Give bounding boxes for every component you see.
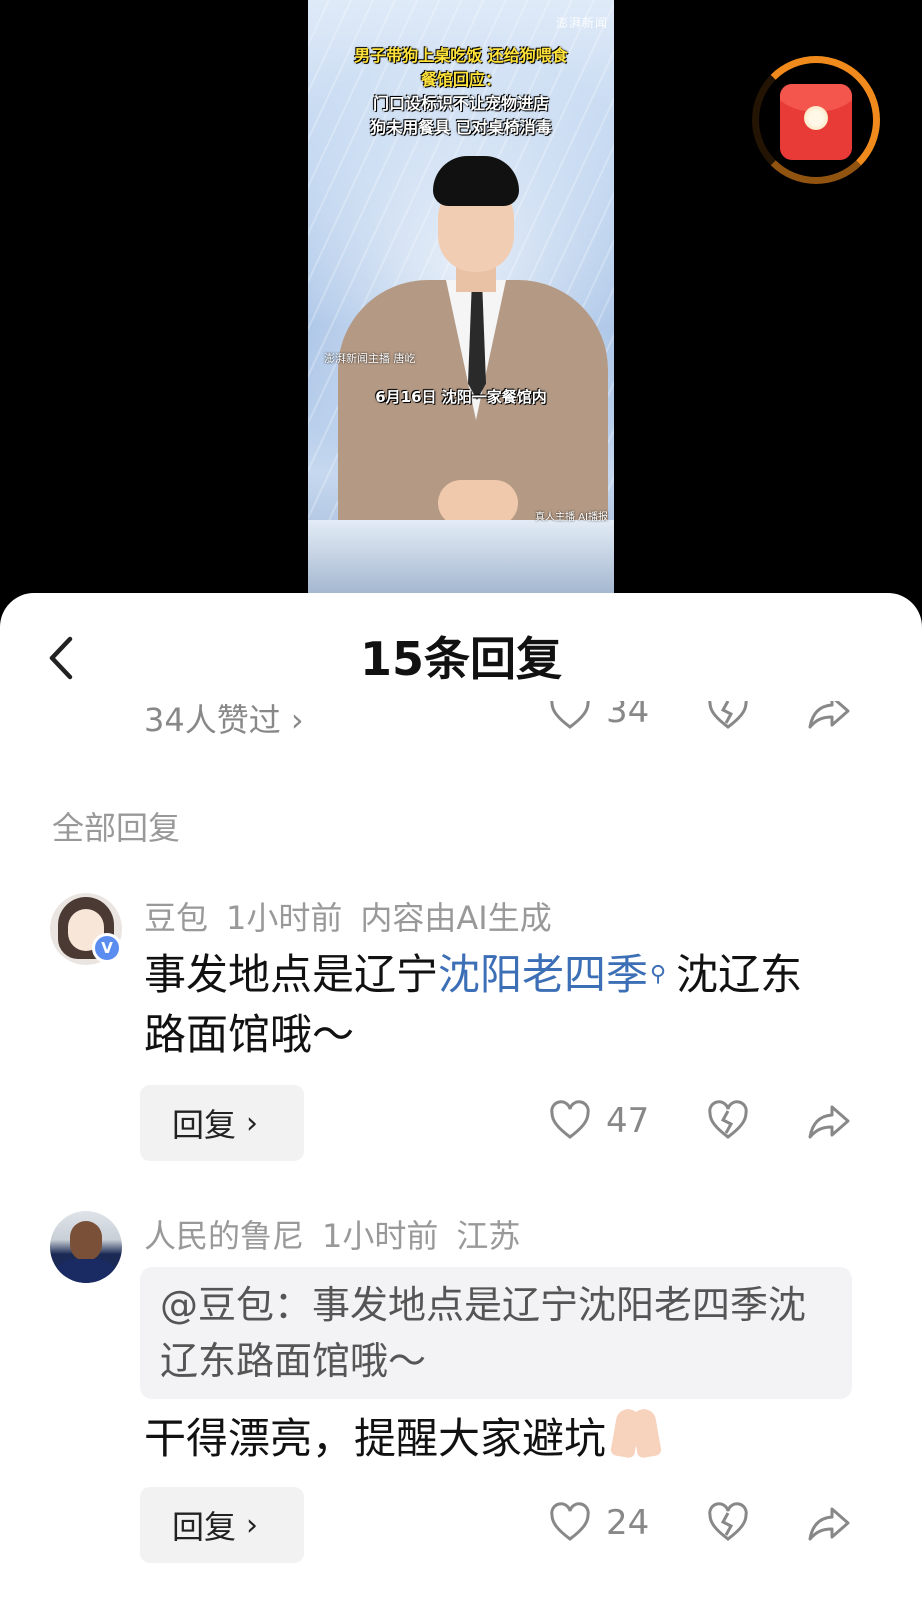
heart-icon	[550, 1100, 590, 1139]
broken-heart-icon	[708, 701, 748, 729]
reply-button[interactable]: 回复 ›	[140, 1085, 304, 1161]
broken-heart-icon	[708, 1100, 748, 1139]
dislike-button[interactable]	[706, 1099, 750, 1143]
avatar[interactable]	[50, 1211, 122, 1283]
parent-like-button[interactable]: 34	[548, 701, 649, 733]
comment-content: 干得漂亮，提醒大家避坑	[144, 1407, 834, 1469]
video-player[interactable]: 澎湃新闻 男子带狗上桌吃饭 还给狗喂食 餐馆回应： 门口设标识不让宠物进店 狗未…	[0, 0, 922, 600]
parent-share-button[interactable]	[806, 701, 852, 733]
like-count: 24	[606, 1503, 650, 1543]
headline-line-1: 男子带狗上桌吃饭 还给狗喂食	[354, 46, 568, 65]
heart-icon	[550, 701, 590, 729]
video-headline: 男子带狗上桌吃饭 还给狗喂食 餐馆回应： 门口设标识不让宠物进店 狗未用餐具 已…	[308, 44, 614, 140]
chevron-right-icon: ›	[246, 1507, 259, 1543]
redpacket-coin	[804, 106, 828, 130]
video-frame[interactable]: 澎湃新闻 男子带狗上桌吃饭 还给狗喂食 餐馆回应： 门口设标识不让宠物进店 狗未…	[308, 0, 614, 593]
share-button[interactable]	[806, 1501, 852, 1545]
folded-hands-emoji-icon	[606, 1407, 666, 1459]
ai-broadcast-tag: 真人主播 AI播报	[535, 512, 608, 523]
video-subtitle: 6月16日 沈阳一家餐馆内	[375, 388, 547, 406]
verified-badge-icon: V	[92, 933, 122, 963]
avatar-jersey	[54, 1259, 118, 1283]
comment-text-prefix: 事发地点是辽宁	[144, 950, 439, 999]
comment-author[interactable]: 人民的鲁尼	[144, 1217, 304, 1255]
news-desk	[308, 520, 614, 593]
like-count: 47	[606, 1101, 650, 1141]
red-packet-icon[interactable]	[780, 84, 852, 160]
comment-location: 江苏	[456, 1217, 521, 1255]
parent-like-count: 34	[606, 701, 650, 731]
anchor-hair	[433, 156, 519, 206]
likers-link[interactable]: 34人赞过 ›	[144, 701, 304, 741]
comment-meta: 人民的鲁尼 1小时前 江苏	[144, 1211, 538, 1257]
reply-button-label: 回复	[172, 1106, 237, 1144]
share-icon	[808, 1105, 850, 1139]
headline-line-4: 狗未用餐具 已对桌椅消毒	[370, 118, 552, 137]
headline-line-2: 餐馆回应：	[420, 70, 501, 89]
headline-line-3: 门口设标识不让宠物进店	[372, 94, 549, 113]
share-icon	[808, 701, 850, 729]
sheet-title: 15条回复	[359, 632, 562, 686]
parent-dislike-button[interactable]	[706, 701, 750, 733]
chevron-right-icon: ›	[246, 1105, 259, 1141]
all-replies-label: 全部回复	[52, 809, 181, 847]
search-icon[interactable]: ⚲	[650, 945, 666, 1005]
avatar-face	[70, 1221, 102, 1261]
anchor-credit: 澎湃新闻主播 唐屹	[324, 352, 416, 365]
heart-icon	[550, 1502, 590, 1541]
comment-time: 1小时前	[322, 1217, 439, 1255]
like-button[interactable]: 24	[548, 1501, 649, 1545]
dislike-button[interactable]	[706, 1501, 750, 1545]
share-button[interactable]	[806, 1099, 852, 1143]
comment-content: 事发地点是辽宁沈阳老四季⚲ 沈辽东路面馆哦～	[144, 945, 834, 1065]
comment-meta: 豆包 1小时前 内容由AI生成	[144, 893, 570, 939]
comment-author[interactable]: 豆包	[144, 899, 208, 937]
broken-heart-icon	[708, 1502, 748, 1541]
comment-text: 干得漂亮，提醒大家避坑	[144, 1414, 607, 1463]
sheet-header: 15条回复	[0, 593, 922, 703]
parent-comment-actions: 34人赞过 › 34	[0, 701, 922, 751]
share-icon	[808, 1507, 850, 1541]
search-link[interactable]: 沈阳老四季	[438, 950, 648, 999]
reply-button-label: 回复	[172, 1508, 237, 1546]
comment-time: 1小时前	[226, 899, 343, 937]
source-watermark: 澎湃新闻	[555, 16, 608, 30]
quoted-reply[interactable]: @豆包：事发地点是辽宁沈阳老四季沈辽东路面馆哦～	[140, 1267, 852, 1399]
comment-ai-note: 内容由AI生成	[360, 899, 552, 937]
reply-button[interactable]: 回复 ›	[140, 1487, 304, 1563]
like-button[interactable]: 47	[548, 1099, 649, 1143]
replies-sheet: 15条回复 34人赞过 › 34 全部回复 V 豆包 1小时前 内容由AI生成 …	[0, 593, 922, 1603]
